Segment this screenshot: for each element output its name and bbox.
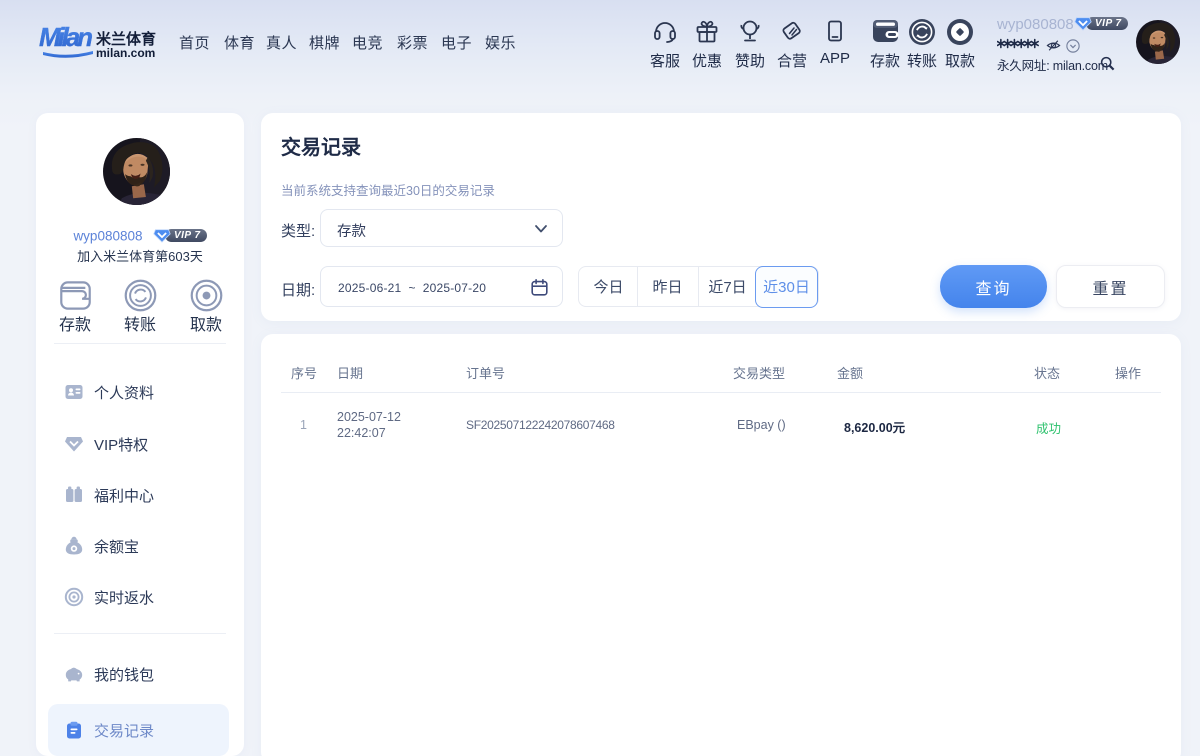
- svg-text:Milan: Milan: [39, 22, 93, 52]
